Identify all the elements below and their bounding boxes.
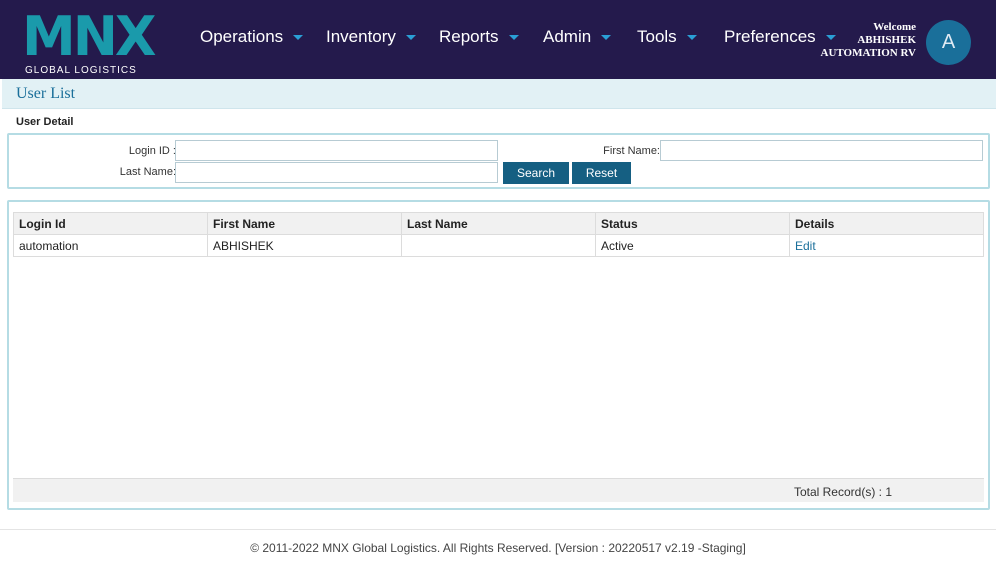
caret-down-icon [405,35,416,41]
edit-link[interactable]: Edit [789,234,984,257]
page-title-bar: User List [2,79,996,109]
search-button[interactable]: Search [503,162,569,184]
nav-reports-label: Reports [439,27,499,46]
total-records: Total Record(s) : 1 [793,485,892,499]
nav-admin[interactable]: Admin [543,26,612,48]
logo-mark: MNX [22,5,157,68]
copyright-text: © 2011-2022 MNX Global Logistics. All Ri… [250,541,746,555]
search-filter-panel: Login ID : First Name: Last Name: Search… [7,133,990,189]
table-footer: Total Record(s) : 1 [13,478,984,502]
last-name-input[interactable] [175,162,498,183]
table-header-row: Login Id First Name Last Name Status Det… [13,212,984,235]
login-id-input[interactable] [175,140,498,161]
nav-inventory-label: Inventory [326,27,396,46]
caret-down-icon [686,35,697,41]
column-login-id[interactable]: Login Id [13,212,208,235]
nav-operations-label: Operations [200,27,284,46]
results-panel: Login Id First Name Last Name Status Det… [7,200,990,510]
user-avatar[interactable]: A [926,20,971,65]
nav-preferences-label: Preferences [724,27,816,46]
cell-first-name: ABHISHEK [207,234,402,257]
column-first-name[interactable]: First Name [207,212,402,235]
cell-last-name [401,234,596,257]
caret-down-icon [601,35,612,41]
nav-reports[interactable]: Reports [439,26,519,48]
cell-login-id: automation [13,234,208,257]
column-details[interactable]: Details [789,212,984,235]
page-title: User List [16,85,76,102]
section-title: User Detail [16,116,74,128]
welcome-block: Welcome ABHISHEK AUTOMATION RV [821,21,916,60]
nav-preferences[interactable]: Preferences [724,26,836,48]
mnx-logo[interactable]: MNX GLOBAL LOGISTICS [22,5,162,77]
cell-status: Active [595,234,790,257]
nav-inventory[interactable]: Inventory [326,26,416,48]
caret-down-icon [508,35,519,41]
logo-subtitle: GLOBAL LOGISTICS [25,65,137,76]
top-header: MNX GLOBAL LOGISTICS Operations Inventor… [0,0,996,79]
last-name-label: Last Name: [119,166,176,178]
nav-tools-label: Tools [637,27,677,46]
caret-down-icon [293,35,304,41]
page-footer: © 2011-2022 MNX Global Logistics. All Ri… [0,529,996,567]
column-status[interactable]: Status [595,212,790,235]
user-table: Login Id First Name Last Name Status Det… [13,212,984,257]
first-name-label: First Name: [603,145,660,157]
nav-admin-label: Admin [543,27,592,46]
user-last-name: AUTOMATION RV [820,47,916,59]
table-row: automation ABHISHEK Active Edit [13,234,984,257]
nav-operations[interactable]: Operations [200,26,304,48]
first-name-input[interactable] [660,140,983,161]
column-last-name[interactable]: Last Name [401,212,596,235]
welcome-text: Welcome [873,21,916,33]
reset-button[interactable]: Reset [572,162,631,184]
nav-tools[interactable]: Tools [637,26,697,48]
user-first-name: ABHISHEK [857,34,916,46]
login-id-label: Login ID : [128,145,176,157]
